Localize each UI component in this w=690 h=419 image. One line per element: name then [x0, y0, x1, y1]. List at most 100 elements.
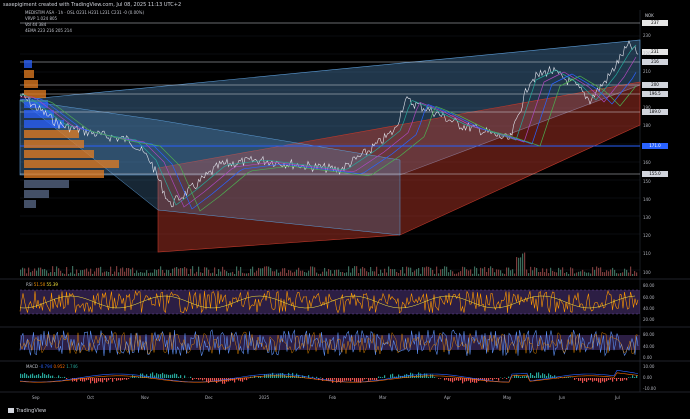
volume-bar — [368, 272, 370, 276]
volume-bar — [24, 268, 26, 276]
macd-histogram-bar — [34, 375, 36, 378]
volume-bar — [544, 272, 546, 276]
macd-histogram-bar — [274, 374, 276, 378]
volume-bar — [268, 266, 270, 276]
volume-bar — [76, 269, 78, 276]
volume-bar — [276, 269, 278, 276]
volume-bar — [324, 267, 326, 276]
symbol-name[interactable]: MEDISTIM ASA · 1h · OSL — [25, 10, 75, 15]
macd-histogram-bar — [344, 378, 346, 381]
volume-bar — [634, 271, 636, 276]
x-ticks-label: Jun — [559, 395, 566, 400]
volume-bar — [106, 271, 108, 276]
macd-histogram-bar — [392, 373, 394, 378]
macd-histogram-bar — [428, 376, 430, 378]
price-level-label: 171.0 — [642, 143, 668, 149]
volume-bar — [298, 267, 300, 276]
macd-histogram-bar — [168, 374, 170, 378]
macd-histogram-bar — [624, 378, 626, 380]
macd-histogram-bar — [164, 374, 166, 378]
volume-bar — [284, 268, 286, 276]
volume-bar — [68, 273, 70, 276]
volume-bar — [404, 273, 406, 276]
volume-bar — [260, 268, 262, 276]
macd-label: MACD — [26, 364, 38, 369]
volume-bar — [104, 271, 106, 276]
volume-bar — [38, 267, 40, 276]
volume-bar — [576, 272, 578, 276]
volume-bar — [356, 266, 358, 276]
volume-bar — [322, 271, 324, 276]
macd-histogram-bar — [200, 378, 202, 380]
volume-bar — [504, 273, 506, 276]
volume-legend[interactable]: Vol 44 384 — [25, 22, 46, 27]
symbol-legend[interactable]: MEDISTIM ASA · 1h · OSL O231 H231 L231 C… — [25, 10, 144, 15]
volume-bar — [32, 270, 34, 276]
volume-bar — [230, 272, 232, 276]
volume-profile-bar — [24, 70, 34, 78]
macd-histogram-bar — [632, 375, 634, 378]
price-ticks-label: 210 — [643, 69, 651, 74]
volume-bar — [252, 266, 254, 276]
volume-bar — [158, 269, 160, 276]
volume-bar — [112, 273, 114, 276]
macd-histogram-bar — [190, 376, 192, 378]
volume-bar — [294, 271, 296, 276]
volume-bar — [274, 271, 276, 276]
volume-bar — [520, 257, 522, 276]
volume-bar — [176, 267, 178, 276]
x-ticks-label: 2025 — [259, 395, 270, 400]
volume-bar — [408, 267, 410, 276]
macd-histogram-bar — [444, 378, 446, 381]
macd-histogram-bar — [614, 378, 616, 380]
tradingview-logo[interactable]: TradingView — [8, 408, 46, 414]
macd-histogram-bar — [460, 378, 462, 381]
macd-histogram-bar — [578, 378, 580, 381]
volume-bar — [432, 269, 434, 276]
vrvp-legend[interactable]: VRVP 1.024 805 — [25, 16, 57, 21]
macd-histogram-bar — [568, 377, 570, 378]
macd-histogram-bar — [374, 378, 376, 380]
volume-bar — [334, 270, 336, 276]
volume-bar — [456, 273, 458, 276]
rsi-legend[interactable]: RSI 51.50 55.39 — [26, 282, 58, 287]
volume-bar — [86, 268, 88, 276]
volume-bar — [592, 267, 594, 276]
volume-bar — [286, 272, 288, 276]
ema-legend[interactable]: 4EMA 223 216 205 214 — [25, 28, 72, 33]
macd-histogram-bar — [184, 375, 186, 378]
volume-bar — [142, 272, 144, 276]
volume-bar — [328, 269, 330, 276]
volume-bar — [320, 273, 322, 276]
price-ticks-label: 120 — [643, 233, 651, 238]
volume-bar — [510, 270, 512, 276]
macd-histogram-bar — [540, 375, 542, 378]
macd-histogram-bar — [364, 378, 366, 380]
macd-histogram-bar — [362, 378, 364, 381]
volume-bar — [128, 268, 130, 276]
macd-histogram-bar — [448, 378, 450, 381]
volume-bar — [346, 272, 348, 276]
macd-histogram-bar — [612, 378, 614, 382]
macd-axis-tick: 0.00 — [643, 375, 652, 380]
volume-bar — [490, 266, 492, 276]
volume-bar — [110, 266, 112, 276]
volume-bar — [588, 272, 590, 276]
volume-bar — [552, 270, 554, 276]
macd-histogram-bar — [390, 374, 392, 378]
macd-histogram-bar — [100, 378, 102, 382]
price-chart[interactable] — [0, 0, 690, 419]
volume-bar — [44, 268, 46, 276]
macd-histogram-bar — [162, 372, 164, 378]
macd-histogram-bar — [492, 378, 494, 381]
volume-bar — [56, 266, 58, 276]
volume-bar — [258, 267, 260, 276]
macd-histogram-bar — [38, 374, 40, 378]
volume-bar — [74, 273, 76, 276]
price-level-label: 155.0 — [642, 171, 668, 177]
macd-legend[interactable]: MACD -0.794 0.952 1.746 — [26, 364, 78, 369]
macd-histogram-bar — [534, 375, 536, 378]
volume-bar — [166, 269, 168, 276]
macd-histogram-bar — [488, 378, 490, 381]
macd-histogram-bar — [366, 378, 368, 379]
